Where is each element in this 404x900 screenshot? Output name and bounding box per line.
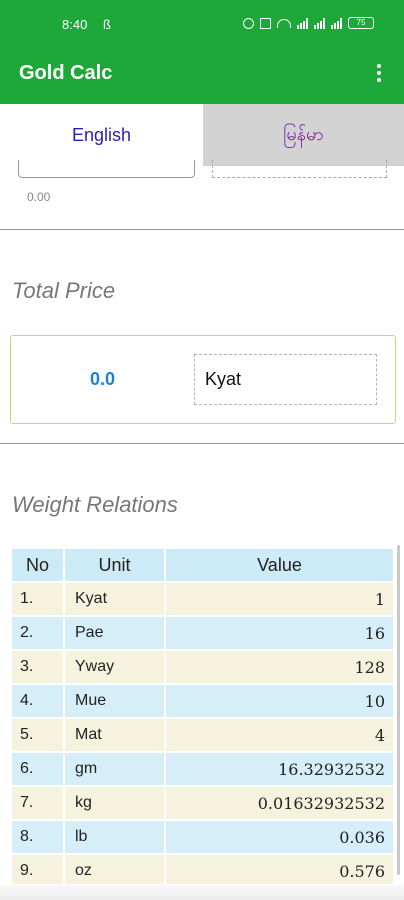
table-row: 3. Yway 128: [12, 651, 393, 685]
price-unit-select[interactable]: Kyat: [194, 354, 377, 405]
weight-relations-heading: Weight Relations: [12, 492, 178, 517]
cell-no: 4.: [12, 685, 65, 717]
cell-unit: Yway: [65, 651, 166, 683]
table-row: 6. gm 16.32932532: [12, 753, 393, 787]
signal-icon-3: [331, 17, 342, 29]
app-bar: Gold Calc: [0, 42, 404, 104]
alarm-icon: [243, 17, 254, 29]
cell-value: 128: [354, 657, 385, 677]
cell-no: 8.: [12, 821, 65, 853]
scrollbar[interactable]: [397, 545, 400, 875]
cell-unit: Pae: [65, 617, 166, 649]
cell-unit: lb: [65, 821, 166, 853]
cell-no: 6.: [12, 753, 65, 785]
status-glyph: ß: [103, 17, 111, 32]
cell-unit: Mat: [65, 719, 166, 751]
cell-unit: gm: [65, 753, 166, 785]
table-row: 7. kg 0.01632932532: [12, 787, 393, 821]
cell-no: 5.: [12, 719, 65, 751]
cell-no: 9.: [12, 855, 65, 887]
cell-no: 3.: [12, 651, 65, 683]
weight-input-field[interactable]: [18, 160, 195, 178]
input-result-value: 0.00: [27, 190, 51, 204]
table-row: 1. Kyat 1: [12, 583, 393, 617]
table-row: 4. Mue 10: [12, 685, 393, 719]
overflow-menu-icon[interactable]: [376, 64, 382, 84]
nav-bar-edge: [0, 884, 404, 900]
cell-unit: Kyat: [65, 583, 166, 615]
price-unit-label: Kyat: [205, 369, 242, 389]
table-row: 8. lb 0.036: [12, 821, 393, 855]
cell-value: 16: [364, 623, 385, 643]
total-price-value: 0.0: [89, 368, 116, 389]
total-price-box: 0.0 Kyat: [10, 335, 396, 424]
column-header-no: No: [12, 549, 65, 581]
tab-english[interactable]: English: [0, 104, 203, 166]
tab-english-label: English: [71, 124, 132, 145]
signal-icon: [297, 17, 308, 29]
signal-icon-2: [314, 17, 325, 29]
language-tabs: English မြန်မာ: [0, 104, 404, 166]
weight-relations-table: No Unit Value 1. Kyat 1 2. Pae 16 3. Yway 128 4. M…: [12, 549, 393, 889]
cell-value: 4: [374, 725, 385, 745]
cell-unit: kg: [65, 787, 166, 819]
battery-icon: 75: [348, 17, 374, 29]
divider: [0, 229, 404, 230]
status-bar: 8:40 ß 75: [0, 0, 404, 42]
battery-level: 75: [356, 18, 366, 27]
unit-select-field[interactable]: [212, 160, 387, 178]
cell-no: 7.: [12, 787, 65, 819]
cell-no: 1.: [12, 583, 65, 615]
cell-value: 10: [364, 691, 385, 711]
tab-myanmar[interactable]: မြန်မာ: [203, 104, 404, 166]
cell-unit: Mue: [65, 685, 166, 717]
cell-value: 0.576: [339, 861, 385, 881]
cell-value: 1: [374, 589, 385, 609]
table-row: 5. Mat 4: [12, 719, 393, 753]
wifi-icon: [277, 18, 291, 28]
cell-unit: oz: [65, 855, 166, 887]
status-time: 8:40: [62, 17, 88, 32]
cell-no: 2.: [12, 617, 65, 649]
divider: [0, 443, 404, 444]
table-header: No Unit Value: [12, 549, 393, 583]
qr-icon: [260, 17, 271, 29]
cell-value: 0.036: [339, 827, 385, 847]
tab-myanmar-label: မြန်မာ: [283, 123, 324, 144]
status-icons: 75: [243, 17, 374, 29]
app-title: Gold Calc: [19, 62, 113, 84]
cell-value: 0.01632932532: [257, 793, 385, 813]
table-row: 2. Pae 16: [12, 617, 393, 651]
column-header-value: Value: [257, 554, 302, 575]
total-price-heading: Total Price: [12, 278, 116, 303]
cell-value: 16.32932532: [278, 759, 385, 779]
column-header-unit: Unit: [65, 549, 166, 581]
